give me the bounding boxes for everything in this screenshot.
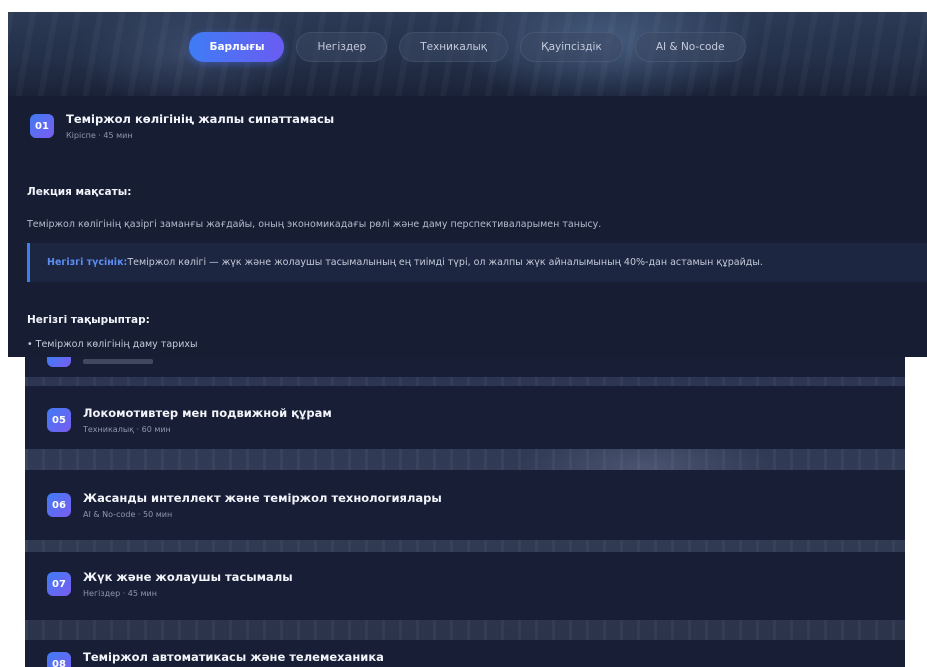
lesson-title: Теміржол автоматикасы және телемеханика [83, 650, 384, 664]
lesson-header: 05 Локомотивтер мен подвижной құрам Техн… [47, 406, 332, 434]
lesson-number-badge: 01 [30, 114, 54, 138]
goal-text: Теміржол көлігінің қазіргі заманғы жағда… [27, 219, 602, 230]
filter-chip-all[interactable]: Барлығы [189, 32, 285, 62]
category-filter-bar: Барлығы Негіздер Техникалық Қауіпсіздік … [8, 32, 927, 62]
lesson-meta: AI & No-code · 50 мин [83, 510, 173, 519]
lesson-title: Жасанды интеллект және теміржол технолог… [83, 491, 442, 505]
key-concept-callout: Негізгі түсінік: Теміржол көлігі — жүк ж… [27, 243, 927, 282]
lesson-card[interactable]: 07 Жүк және жолаушы тасымалы Негіздер · … [25, 552, 905, 620]
bullet-icon: • [27, 339, 33, 350]
key-concept-label: Негізгі түсінік: [47, 257, 128, 268]
lesson-card-expanded: 01 Теміржол көлігінің жалпы сипаттамасы … [8, 96, 927, 357]
lesson-number-badge: 06 [47, 493, 71, 517]
goal-heading: Лекция мақсаты: [27, 186, 132, 198]
lesson-meta: Кіріспе · 45 мин [66, 131, 133, 140]
lesson-header: 08 Теміржол автоматикасы және телемехани… [47, 650, 384, 667]
lesson-list: 05 Локомотивтер мен подвижной құрам Техн… [25, 357, 905, 667]
lesson-title: Локомотивтер мен подвижной құрам [83, 406, 332, 420]
lesson-detail-panel: Барлығы Негіздер Техникалық Қауіпсіздік … [8, 12, 927, 357]
lesson-number-badge [47, 357, 71, 367]
lesson-meta: Негіздер · 45 мин [83, 589, 157, 598]
lesson-number-badge: 07 [47, 572, 71, 596]
lesson-header: 07 Жүк және жолаушы тасымалы Негіздер · … [47, 570, 293, 598]
lesson-meta: Техникалық · 60 мин [83, 425, 171, 434]
lesson-title: Жүк және жолаушы тасымалы [83, 570, 293, 584]
filter-chip-ai-nocode[interactable]: AI & No-code [634, 32, 746, 62]
topics-heading: Негізгі тақырыптар: [27, 314, 150, 326]
lesson-card[interactable]: 05 Локомотивтер мен подвижной құрам Техн… [25, 386, 905, 449]
lesson-header: 06 Жасанды интеллект және теміржол техно… [47, 491, 442, 519]
lesson-number-badge: 05 [47, 408, 71, 432]
lesson-title: Теміржол көлігінің жалпы сипаттамасы [66, 112, 335, 126]
key-concept-text: Теміржол көлігі — жүк және жолаушы тасым… [127, 257, 763, 268]
filter-chip-safety[interactable]: Қауіпсіздік [520, 32, 623, 62]
lesson-number-badge: 08 [47, 652, 71, 667]
lesson-card[interactable]: 08 Теміржол автоматикасы және телемехани… [25, 640, 905, 667]
lesson-header[interactable]: 01 Теміржол көлігінің жалпы сипаттамасы … [30, 112, 334, 140]
lesson-card-partial[interactable] [25, 357, 905, 377]
lesson-meta-placeholder [83, 359, 153, 364]
filter-chip-technical[interactable]: Техникалық [399, 32, 509, 62]
filter-chip-basics[interactable]: Негіздер [296, 32, 388, 62]
lesson-card[interactable]: 06 Жасанды интеллект және теміржол техно… [25, 470, 905, 540]
topic-list-item: • Теміржол көлігінің даму тарихы [27, 339, 198, 350]
